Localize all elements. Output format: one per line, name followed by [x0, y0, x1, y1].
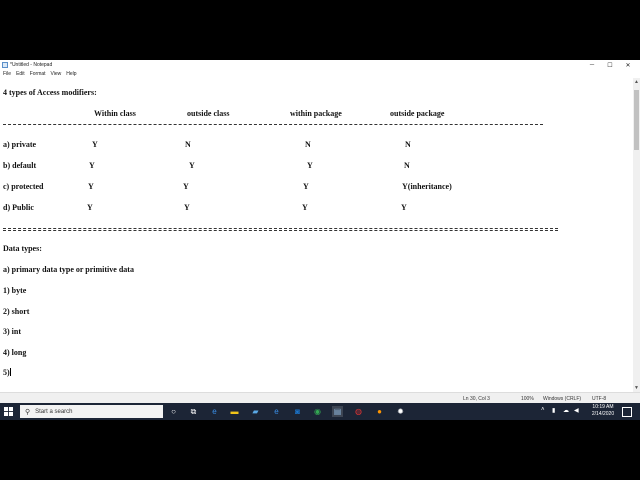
row-private-cell: N — [305, 140, 311, 149]
scroll-up-icon[interactable]: ▲ — [634, 79, 639, 85]
row-public-cell: Y — [401, 203, 407, 212]
data-types-heading: Data types: — [3, 244, 42, 253]
row-protected-cell: Y — [88, 182, 94, 191]
text-caret — [9, 368, 11, 376]
tray-cloud-icon[interactable]: ☁ — [563, 407, 569, 414]
video-letterbox-bottom — [0, 420, 640, 480]
header-within-package: within package — [290, 109, 342, 118]
primary-data-type-heading: a) primary data type or primitive data — [3, 265, 134, 274]
cortana-icon[interactable]: ○ — [168, 406, 179, 417]
minimize-button[interactable]: ─ — [584, 60, 600, 70]
status-bar: Ln 30, Col 3 100% Windows (CRLF) UTF-8 — [0, 392, 640, 403]
photos-icon[interactable]: ▰ — [250, 406, 261, 417]
notepad-window: *Untitled - Notepad ─ ☐ ✕ File Edit Form… — [0, 60, 640, 403]
double-dashed-divider — [3, 230, 558, 231]
notepad-icon[interactable]: ▤ — [332, 406, 343, 417]
row-public-label: d) Public — [3, 203, 34, 212]
title-bar[interactable]: *Untitled - Notepad ─ ☐ ✕ — [0, 60, 640, 70]
clock[interactable]: 10:19 AM 2/14/2020 — [586, 404, 620, 418]
chrome-icon[interactable]: ◉ — [312, 406, 323, 417]
dashed-divider — [3, 124, 543, 125]
taskbar: ⚲ Start a search ○ ⧉ e ▬ ▰ e ◙ ◉ ▤ ◍ ● ✹… — [0, 403, 640, 420]
search-icon: ⚲ — [25, 408, 31, 416]
text-editor[interactable]: 4 types of Access modifiers: Within clas… — [0, 78, 633, 392]
double-dashed-divider — [3, 228, 558, 229]
firefox-icon[interactable]: ● — [374, 406, 385, 417]
scroll-thumb[interactable] — [634, 90, 639, 150]
taskbar-search[interactable]: ⚲ Start a search — [20, 405, 163, 418]
menu-view[interactable]: View — [51, 70, 62, 78]
windows-start-icon[interactable] — [4, 407, 13, 416]
zoom-level: 100% — [521, 396, 534, 402]
ftp-icon[interactable]: ◍ — [353, 406, 364, 417]
type-5: 5) — [3, 368, 10, 377]
menu-help[interactable]: Help — [66, 70, 76, 78]
row-protected-cell: Y — [183, 182, 189, 191]
tray-volume-icon[interactable]: ◀ — [574, 407, 579, 414]
clock-date: 2/14/2020 — [591, 411, 615, 417]
type-int: 3) int — [3, 327, 21, 336]
type-5-line: 5) — [3, 368, 11, 378]
maximize-button[interactable]: ☐ — [602, 60, 618, 70]
close-button[interactable]: ✕ — [620, 60, 636, 70]
header-outside-package: outside package — [390, 109, 445, 118]
edge-icon[interactable]: e — [209, 406, 220, 417]
row-default-cell: N — [404, 161, 410, 170]
row-protected-cell: Y — [303, 182, 309, 191]
scroll-down-icon[interactable]: ▼ — [634, 385, 639, 391]
row-private-cell: N — [405, 140, 411, 149]
row-public-cell: Y — [184, 203, 190, 212]
file-explorer-icon[interactable]: ▬ — [229, 406, 240, 417]
window-title: *Untitled - Notepad — [10, 62, 53, 68]
outlook-icon[interactable]: ◙ — [292, 406, 303, 417]
row-protected-cell: Y(inheritance) — [402, 182, 452, 191]
row-private-cell: Y — [92, 140, 98, 149]
notification-icon[interactable] — [622, 407, 632, 417]
vertical-scrollbar[interactable]: ▲ ▼ — [633, 78, 640, 392]
menu-format[interactable]: Format — [30, 70, 46, 78]
row-default-cell: Y — [189, 161, 195, 170]
row-default-cell: Y — [307, 161, 313, 170]
video-letterbox-top — [0, 0, 640, 60]
header-within-class: Within class — [94, 109, 136, 118]
notepad-app-icon — [2, 62, 8, 68]
settings-icon[interactable]: ✹ — [395, 406, 406, 417]
menu-bar: File Edit Format View Help — [0, 70, 640, 78]
ie-icon[interactable]: e — [271, 406, 282, 417]
menu-file[interactable]: File — [3, 70, 11, 78]
tray-usb-icon[interactable]: ▮ — [552, 407, 555, 414]
line-ending: Windows (CRLF) — [543, 396, 582, 402]
row-private-cell: N — [185, 140, 191, 149]
encoding: UTF-8 — [592, 396, 607, 402]
menu-edit[interactable]: Edit — [16, 70, 25, 78]
type-long: 4) long — [3, 348, 27, 357]
row-private-label: a) private — [3, 140, 37, 149]
type-short: 2) short — [3, 307, 30, 316]
row-default-cell: Y — [89, 161, 95, 170]
clock-time: 10:19 AM — [592, 404, 614, 410]
access-modifiers-heading: 4 types of Access modifiers: — [3, 88, 97, 97]
cursor-position: Ln 30, Col 3 — [463, 396, 490, 402]
row-default-label: b) default — [3, 161, 37, 170]
header-outside-class: outside class — [187, 109, 230, 118]
type-byte: 1) byte — [3, 286, 27, 295]
tray-up-icon[interactable]: ˄ — [541, 407, 545, 413]
search-placeholder: Start a search — [35, 408, 73, 415]
row-public-cell: Y — [87, 203, 93, 212]
task-view-icon[interactable]: ⧉ — [188, 406, 199, 417]
row-public-cell: Y — [302, 203, 308, 212]
row-protected-label: c) protected — [3, 182, 44, 191]
